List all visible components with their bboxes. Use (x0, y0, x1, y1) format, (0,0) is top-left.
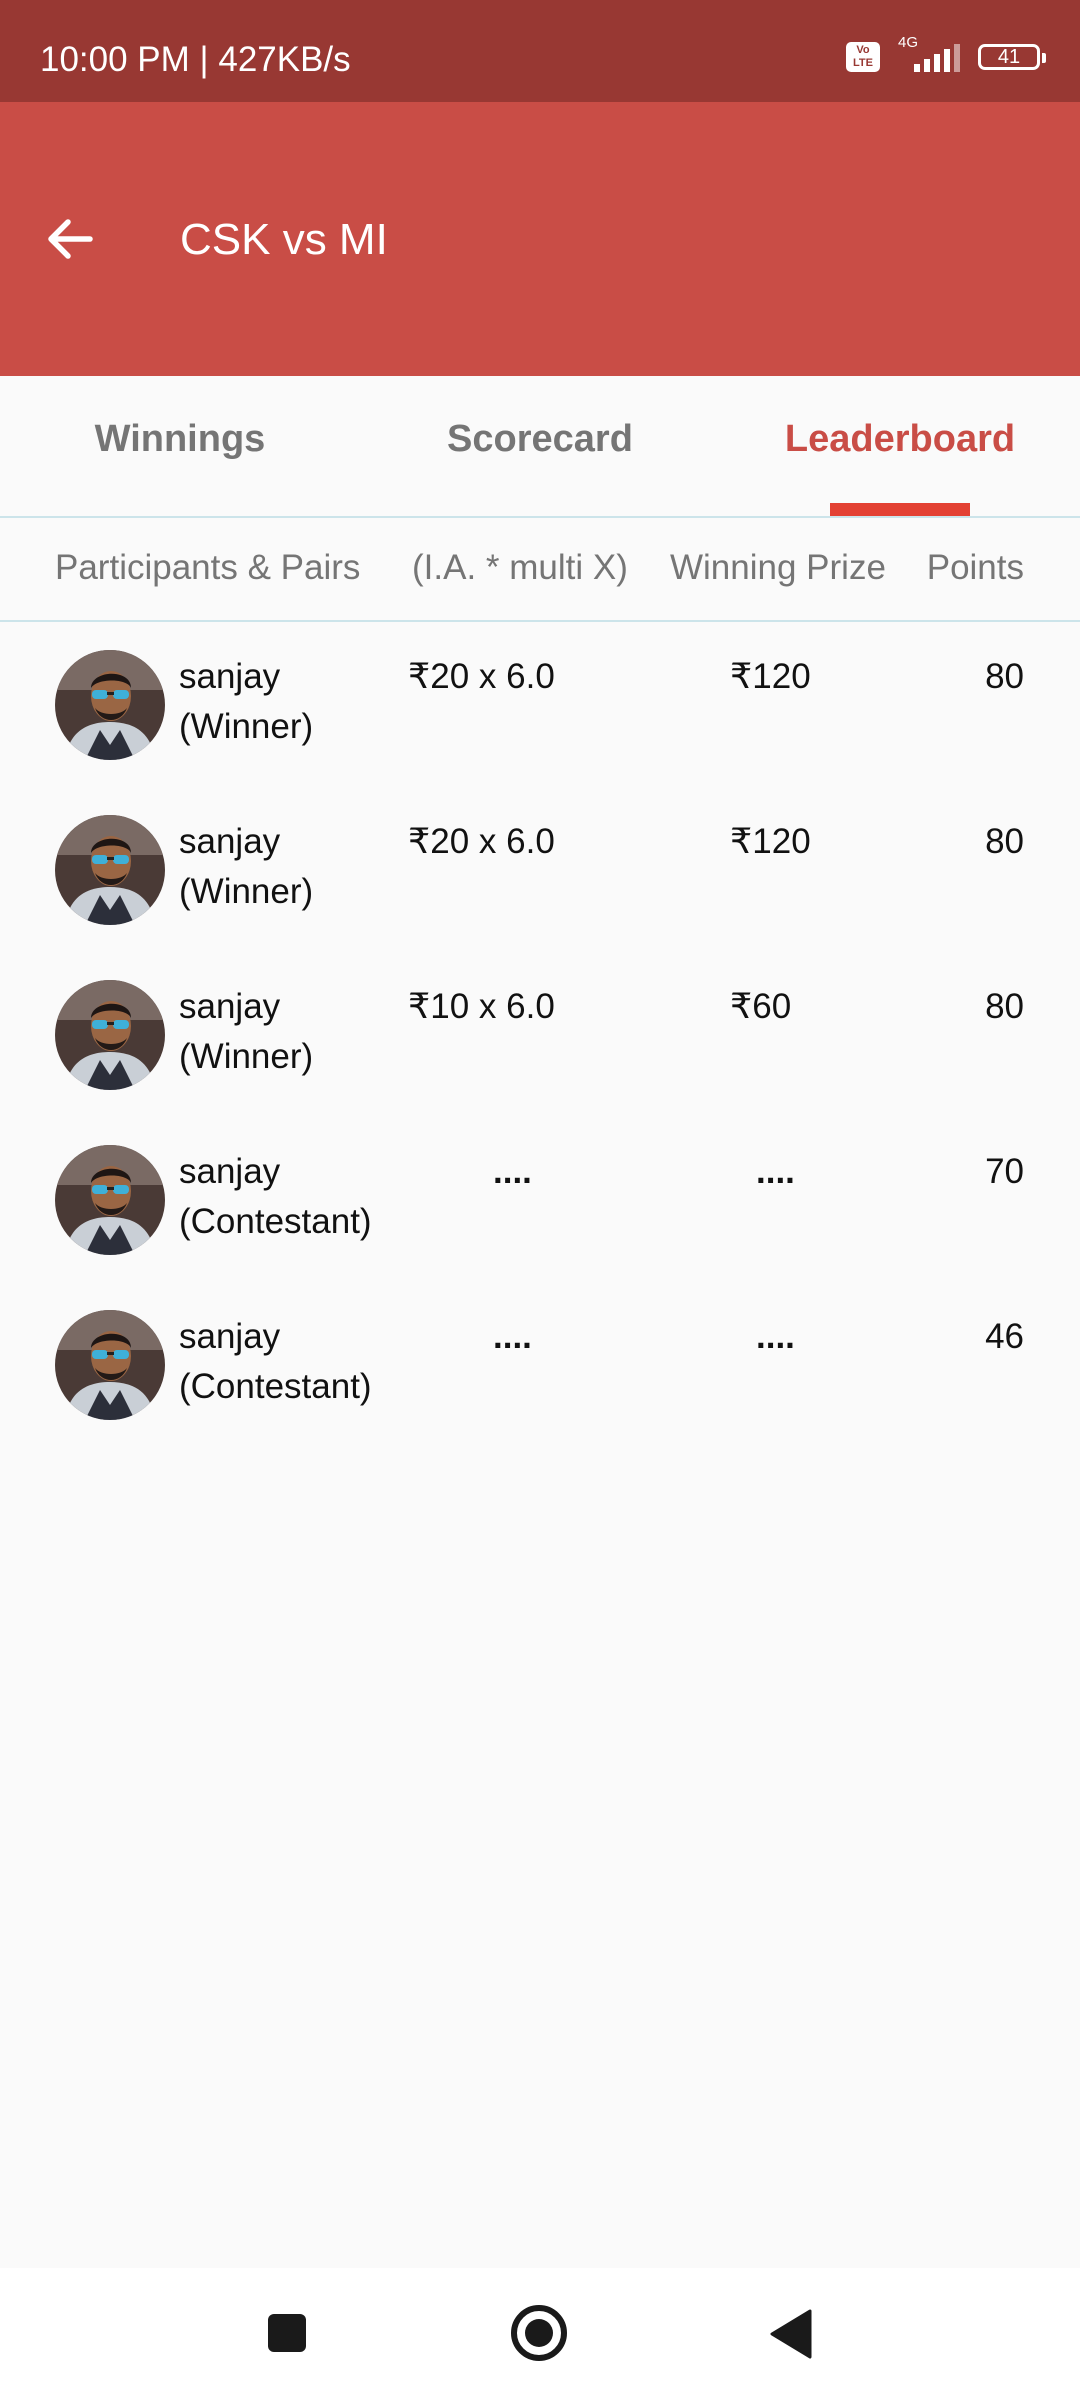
ia-multi-value: ₹20 x 6.0 (408, 657, 555, 696)
tab-indicator (830, 503, 970, 516)
prize-value: .... (756, 1317, 795, 1356)
avatar (55, 650, 165, 760)
participant-name: sanjay (179, 1317, 281, 1356)
participant-role: (Winner) (179, 1037, 314, 1076)
status-bar: 10:00 PM | 427KB/s Vo LTE 4G 41 (0, 0, 1080, 102)
table-row[interactable]: sanjay (Contestant) .... .... 46 (0, 1310, 1080, 1460)
avatar (55, 815, 165, 925)
system-nav-bar (0, 2268, 1080, 2400)
prize-value: ₹60 (730, 987, 792, 1026)
points-value: 70 (985, 1152, 1024, 1191)
back-arrow-icon[interactable] (44, 214, 94, 264)
avatar (55, 1145, 165, 1255)
tab-winnings[interactable]: Winnings (0, 376, 360, 516)
participant-name: sanjay (179, 657, 281, 696)
points-value: 80 (985, 657, 1024, 696)
participant-name: sanjay (179, 822, 281, 861)
points-value: 80 (985, 987, 1024, 1026)
table-header: Participants & Pairs (I.A. * multi X) Wi… (0, 518, 1080, 622)
table-row[interactable]: sanjay (Contestant) .... .... 70 (0, 1145, 1080, 1295)
volte-icon: Vo LTE (846, 42, 880, 72)
prize-value: .... (756, 1152, 795, 1191)
column-participants: Participants & Pairs (55, 548, 361, 587)
points-value: 80 (985, 822, 1024, 861)
participant-name: sanjay (179, 1152, 281, 1191)
prize-value: ₹120 (730, 657, 811, 696)
app-bar: CSK vs MI (0, 102, 1080, 376)
prize-value: ₹120 (730, 822, 811, 861)
status-time: 10:00 PM | 427KB/s (40, 40, 351, 79)
ia-multi-value: ₹20 x 6.0 (408, 822, 555, 861)
column-winning-prize: Winning Prize (670, 548, 886, 587)
participant-role: (Winner) (179, 707, 314, 746)
back-triangle-icon[interactable] (768, 2308, 814, 2360)
participant-name: sanjay (179, 987, 281, 1026)
ia-multi-value: ₹10 x 6.0 (408, 987, 555, 1026)
table-row[interactable]: sanjay (Winner) ₹10 x 6.0 ₹60 80 (0, 980, 1080, 1130)
participant-role: (Contestant) (179, 1367, 372, 1406)
table-row[interactable]: sanjay (Winner) ₹20 x 6.0 ₹120 80 (0, 815, 1080, 965)
page-title: CSK vs MI (180, 215, 388, 264)
points-value: 46 (985, 1317, 1024, 1356)
avatar (55, 980, 165, 1090)
column-points: Points (926, 548, 1024, 587)
tab-leaderboard[interactable]: Leaderboard (720, 376, 1080, 516)
ia-multi-value: .... (493, 1152, 532, 1191)
signal-icon: 4G (894, 34, 964, 74)
battery-level: 41 (997, 45, 1021, 68)
avatar (55, 1310, 165, 1420)
tab-scorecard[interactable]: Scorecard (360, 376, 720, 516)
ia-multi-value: .... (493, 1317, 532, 1356)
tab-bar: Winnings Scorecard Leaderboard (0, 376, 1080, 518)
participant-role: (Contestant) (179, 1202, 372, 1241)
recents-square-icon[interactable] (266, 2312, 308, 2354)
battery-icon: 41 (978, 44, 1046, 70)
column-ia-multi: (I.A. * multi X) (412, 548, 628, 587)
participant-role: (Winner) (179, 872, 314, 911)
table-row[interactable]: sanjay (Winner) ₹20 x 6.0 ₹120 80 (0, 650, 1080, 800)
home-circle-icon[interactable] (510, 2304, 568, 2362)
status-icons: Vo LTE 4G 41 (846, 34, 1046, 74)
